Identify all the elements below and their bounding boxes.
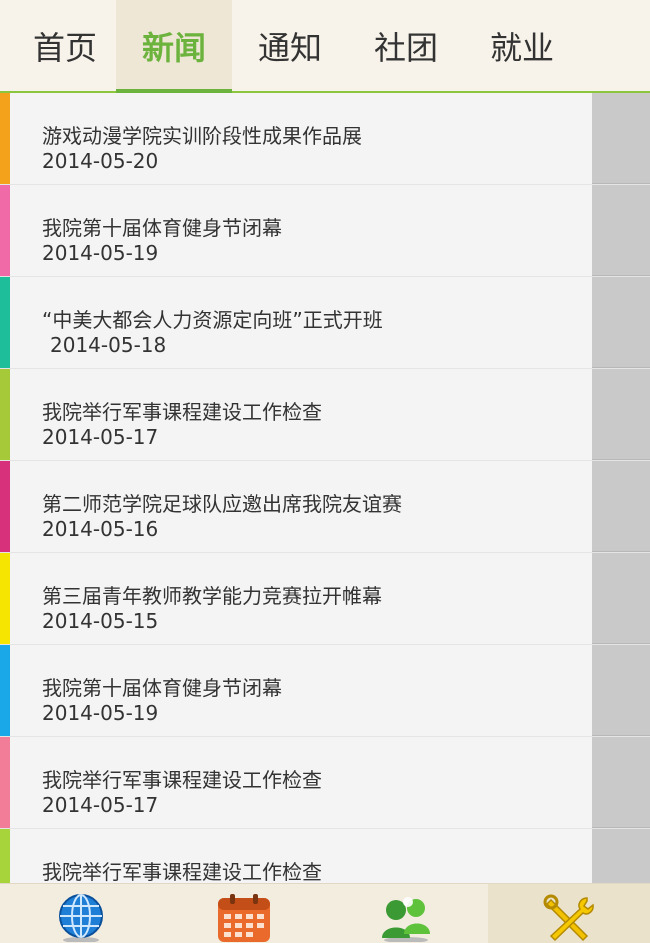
people-icon: [378, 894, 434, 942]
news-date: 2014-05-18: [42, 333, 592, 357]
color-stripe: [0, 185, 10, 276]
tab-news[interactable]: 新闻: [116, 0, 232, 91]
news-date: 2014-05-20: [42, 149, 592, 173]
news-date: 2014-05-15: [42, 609, 592, 633]
color-stripe: [0, 461, 10, 552]
color-stripe: [0, 93, 10, 184]
tab-notices[interactable]: 通知: [232, 0, 348, 91]
list-item[interactable]: 第三届青年教师教学能力竞赛拉开帷幕 2014-05-15: [0, 553, 650, 645]
news-date: 2014-05-17: [42, 425, 592, 449]
side-panel: [592, 277, 650, 368]
news-title: 我院举行军事课程建设工作检查: [42, 399, 592, 425]
news-date: 2014-05-17: [42, 793, 592, 817]
list-item[interactable]: 我院举行军事课程建设工作检查 2014-05-17: [0, 737, 650, 829]
list-item[interactable]: 第二师范学院足球队应邀出席我院友谊赛 2014-05-16: [0, 461, 650, 553]
news-title: 第二师范学院足球队应邀出席我院友谊赛: [42, 491, 592, 517]
news-date: 2014-05-19: [42, 701, 592, 725]
news-content[interactable]: 我院第十届体育健身节闭幕 2014-05-19: [10, 645, 592, 736]
nav-people-button[interactable]: [325, 884, 488, 943]
color-stripe: [0, 645, 10, 736]
list-item[interactable]: 我院举行军事课程建设工作检查 2014-05-17: [0, 369, 650, 461]
top-tab-bar: 首页 新闻 通知 社团 就业: [0, 0, 650, 93]
news-title: 第三届青年教师教学能力竞赛拉开帷幕: [42, 583, 592, 609]
list-item[interactable]: “中美大都会人力资源定向班”正式开班 2014-05-18: [0, 277, 650, 369]
tab-employment[interactable]: 就业: [464, 0, 580, 91]
side-panel: [592, 369, 650, 460]
side-panel: [592, 829, 650, 883]
side-panel: [592, 185, 650, 276]
news-content[interactable]: 游戏动漫学院实训阶段性成果作品展 2014-05-20: [10, 93, 592, 184]
side-panel: [592, 645, 650, 736]
calendar-icon: [216, 894, 272, 942]
globe-icon: [57, 894, 105, 942]
news-content[interactable]: 我院举行军事课程建设工作检查 2014-05-17: [10, 829, 592, 883]
news-date: 2014-05-19: [42, 241, 592, 265]
nav-tools-button[interactable]: [488, 884, 650, 943]
news-content[interactable]: “中美大都会人力资源定向班”正式开班 2014-05-18: [10, 277, 592, 368]
color-stripe: [0, 369, 10, 460]
tab-clubs[interactable]: 社团: [348, 0, 464, 91]
side-panel: [592, 93, 650, 184]
side-panel: [592, 553, 650, 644]
news-content[interactable]: 第二师范学院足球队应邀出席我院友谊赛 2014-05-16: [10, 461, 592, 552]
news-title: “中美大都会人力资源定向班”正式开班: [42, 307, 592, 333]
news-content[interactable]: 我院举行军事课程建设工作检查 2014-05-17: [10, 737, 592, 828]
list-item[interactable]: 我院第十届体育健身节闭幕 2014-05-19: [0, 645, 650, 737]
nav-globe-button[interactable]: [0, 884, 163, 943]
color-stripe: [0, 553, 10, 644]
news-title: 我院第十届体育健身节闭幕: [42, 215, 592, 241]
color-stripe: [0, 829, 10, 883]
side-panel: [592, 737, 650, 828]
list-item[interactable]: 我院举行军事课程建设工作检查 2014-05-17: [0, 829, 650, 883]
bottom-nav: [0, 883, 650, 943]
news-content[interactable]: 我院第十届体育健身节闭幕 2014-05-19: [10, 185, 592, 276]
list-item[interactable]: 我院第十届体育健身节闭幕 2014-05-19: [0, 185, 650, 277]
news-title: 我院举行军事课程建设工作检查: [42, 859, 592, 883]
color-stripe: [0, 277, 10, 368]
news-title: 我院第十届体育健身节闭幕: [42, 675, 592, 701]
nav-calendar-button[interactable]: [163, 884, 326, 943]
news-content[interactable]: 第三届青年教师教学能力竞赛拉开帷幕 2014-05-15: [10, 553, 592, 644]
news-title: 游戏动漫学院实训阶段性成果作品展: [42, 123, 592, 149]
tools-icon: [543, 894, 595, 942]
tab-home[interactable]: 首页: [14, 0, 116, 91]
news-content[interactable]: 我院举行军事课程建设工作检查 2014-05-17: [10, 369, 592, 460]
side-panel: [592, 461, 650, 552]
news-date: 2014-05-16: [42, 517, 592, 541]
news-title: 我院举行军事课程建设工作检查: [42, 767, 592, 793]
list-item[interactable]: 游戏动漫学院实训阶段性成果作品展 2014-05-20: [0, 93, 650, 185]
news-list: 游戏动漫学院实训阶段性成果作品展 2014-05-20 我院第十届体育健身节闭幕…: [0, 93, 650, 883]
color-stripe: [0, 737, 10, 828]
